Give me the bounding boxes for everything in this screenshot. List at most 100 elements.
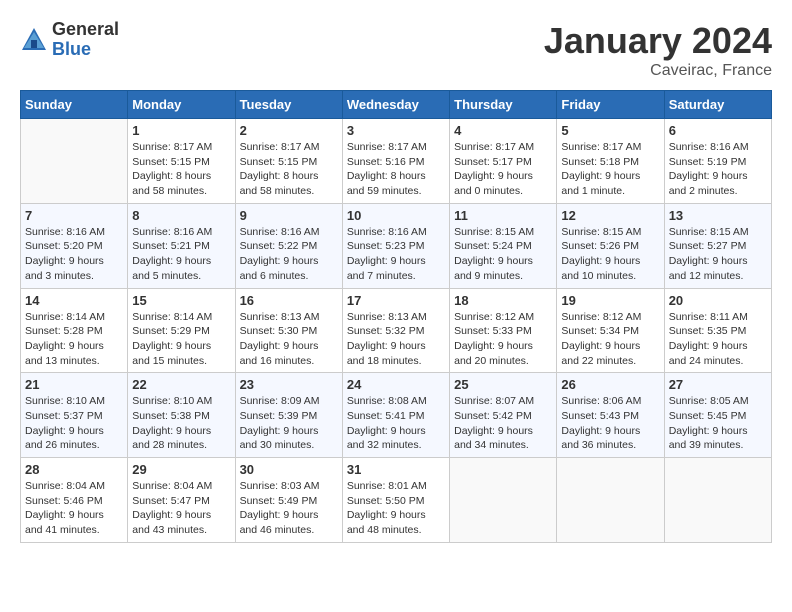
day-info: Sunrise: 8:16 AM Sunset: 5:19 PM Dayligh… <box>669 140 767 199</box>
day-info: Sunrise: 8:17 AM Sunset: 5:15 PM Dayligh… <box>240 140 338 199</box>
calendar-cell: 21 Sunrise: 8:10 AM Sunset: 5:37 PM Dayli… <box>21 373 128 458</box>
location-text: Caveirac, France <box>544 62 772 80</box>
day-info: Sunrise: 8:10 AM Sunset: 5:37 PM Dayligh… <box>25 394 123 453</box>
day-info: Sunrise: 8:16 AM Sunset: 5:20 PM Dayligh… <box>25 225 123 284</box>
calendar-cell: 6 Sunrise: 8:16 AM Sunset: 5:19 PM Daylig… <box>664 119 771 204</box>
calendar-week-row: 7Sunrise: 8:16 AM Sunset: 5:20 PM Daylig… <box>21 203 772 288</box>
calendar-cell: 14Sunrise: 8:14 AM Sunset: 5:28 PM Dayli… <box>21 288 128 373</box>
day-info: Sunrise: 8:03 AM Sunset: 5:49 PM Dayligh… <box>240 479 338 538</box>
day-info: Sunrise: 8:15 AM Sunset: 5:24 PM Dayligh… <box>454 225 552 284</box>
day-info: Sunrise: 8:09 AM Sunset: 5:39 PM Dayligh… <box>240 394 338 453</box>
day-number: 26 <box>561 377 659 392</box>
calendar-cell: 10 Sunrise: 8:16 AM Sunset: 5:23 PM Dayli… <box>342 203 449 288</box>
calendar-cell: 30 Sunrise: 8:03 AM Sunset: 5:49 PM Dayli… <box>235 458 342 543</box>
calendar-table: SundayMondayTuesdayWednesdayThursdayFrid… <box>20 90 772 543</box>
weekday-header: Tuesday <box>235 91 342 119</box>
day-info: Sunrise: 8:12 AM Sunset: 5:33 PM Dayligh… <box>454 310 552 369</box>
day-number: 13 <box>669 208 767 223</box>
calendar-cell: 3 Sunrise: 8:17 AM Sunset: 5:16 PM Daylig… <box>342 119 449 204</box>
weekday-header: Monday <box>128 91 235 119</box>
calendar-cell <box>664 458 771 543</box>
day-info: Sunrise: 8:14 AM Sunset: 5:28 PM Dayligh… <box>25 310 123 369</box>
day-info: Sunrise: 8:17 AM Sunset: 5:17 PM Dayligh… <box>454 140 552 199</box>
day-info: Sunrise: 8:06 AM Sunset: 5:43 PM Dayligh… <box>561 394 659 453</box>
calendar-cell: 13 Sunrise: 8:15 AM Sunset: 5:27 PM Dayli… <box>664 203 771 288</box>
calendar-cell: 1Sunrise: 8:17 AM Sunset: 5:15 PM Daylig… <box>128 119 235 204</box>
weekday-header-row: SundayMondayTuesdayWednesdayThursdayFrid… <box>21 91 772 119</box>
calendar-cell: 9Sunrise: 8:16 AM Sunset: 5:22 PM Daylig… <box>235 203 342 288</box>
page-header: General Blue January 2024 Caveirac, Fran… <box>20 20 772 80</box>
day-info: Sunrise: 8:17 AM Sunset: 5:18 PM Dayligh… <box>561 140 659 199</box>
day-number: 31 <box>347 462 445 477</box>
day-info: Sunrise: 8:15 AM Sunset: 5:27 PM Dayligh… <box>669 225 767 284</box>
day-info: Sunrise: 8:12 AM Sunset: 5:34 PM Dayligh… <box>561 310 659 369</box>
calendar-cell: 23 Sunrise: 8:09 AM Sunset: 5:39 PM Dayli… <box>235 373 342 458</box>
logo-icon <box>20 26 48 54</box>
day-number: 25 <box>454 377 552 392</box>
calendar-cell: 22Sunrise: 8:10 AM Sunset: 5:38 PM Dayli… <box>128 373 235 458</box>
weekday-header: Wednesday <box>342 91 449 119</box>
calendar-cell <box>557 458 664 543</box>
day-number: 23 <box>240 377 338 392</box>
day-info: Sunrise: 8:17 AM Sunset: 5:16 PM Dayligh… <box>347 140 445 199</box>
day-info: Sunrise: 8:04 AM Sunset: 5:47 PM Dayligh… <box>132 479 230 538</box>
day-number: 6 <box>669 123 767 138</box>
day-info: Sunrise: 8:10 AM Sunset: 5:38 PM Dayligh… <box>132 394 230 453</box>
calendar-cell: 8 Sunrise: 8:16 AM Sunset: 5:21 PM Daylig… <box>128 203 235 288</box>
day-info: Sunrise: 8:16 AM Sunset: 5:21 PM Dayligh… <box>132 225 230 284</box>
calendar-cell: 26 Sunrise: 8:06 AM Sunset: 5:43 PM Dayli… <box>557 373 664 458</box>
calendar-cell: 28 Sunrise: 8:04 AM Sunset: 5:46 PM Dayli… <box>21 458 128 543</box>
day-number: 20 <box>669 293 767 308</box>
weekday-header: Saturday <box>664 91 771 119</box>
month-title: January 2024 <box>544 20 772 62</box>
day-info: Sunrise: 8:08 AM Sunset: 5:41 PM Dayligh… <box>347 394 445 453</box>
day-number: 8 <box>132 208 230 223</box>
day-number: 15 <box>132 293 230 308</box>
calendar-cell: 12 Sunrise: 8:15 AM Sunset: 5:26 PM Dayli… <box>557 203 664 288</box>
day-info: Sunrise: 8:01 AM Sunset: 5:50 PM Dayligh… <box>347 479 445 538</box>
title-block: January 2024 Caveirac, France <box>544 20 772 80</box>
day-number: 3 <box>347 123 445 138</box>
calendar-cell: 5 Sunrise: 8:17 AM Sunset: 5:18 PM Daylig… <box>557 119 664 204</box>
calendar-cell: 20 Sunrise: 8:11 AM Sunset: 5:35 PM Dayli… <box>664 288 771 373</box>
day-info: Sunrise: 8:17 AM Sunset: 5:15 PM Dayligh… <box>132 140 230 199</box>
calendar-cell: 19Sunrise: 8:12 AM Sunset: 5:34 PM Dayli… <box>557 288 664 373</box>
day-info: Sunrise: 8:16 AM Sunset: 5:23 PM Dayligh… <box>347 225 445 284</box>
day-number: 17 <box>347 293 445 308</box>
calendar-cell: 4Sunrise: 8:17 AM Sunset: 5:17 PM Daylig… <box>450 119 557 204</box>
logo: General Blue <box>20 20 119 60</box>
day-number: 21 <box>25 377 123 392</box>
calendar-cell: 27Sunrise: 8:05 AM Sunset: 5:45 PM Dayli… <box>664 373 771 458</box>
day-number: 12 <box>561 208 659 223</box>
logo-text: General Blue <box>52 20 119 60</box>
day-info: Sunrise: 8:13 AM Sunset: 5:32 PM Dayligh… <box>347 310 445 369</box>
day-info: Sunrise: 8:11 AM Sunset: 5:35 PM Dayligh… <box>669 310 767 369</box>
day-number: 28 <box>25 462 123 477</box>
day-info: Sunrise: 8:04 AM Sunset: 5:46 PM Dayligh… <box>25 479 123 538</box>
calendar-week-row: 1Sunrise: 8:17 AM Sunset: 5:15 PM Daylig… <box>21 119 772 204</box>
calendar-cell <box>450 458 557 543</box>
day-number: 2 <box>240 123 338 138</box>
calendar-cell: 11 Sunrise: 8:15 AM Sunset: 5:24 PM Dayli… <box>450 203 557 288</box>
weekday-header: Sunday <box>21 91 128 119</box>
day-number: 11 <box>454 208 552 223</box>
logo-general-text: General <box>52 19 119 39</box>
calendar-cell: 16Sunrise: 8:13 AM Sunset: 5:30 PM Dayli… <box>235 288 342 373</box>
day-number: 18 <box>454 293 552 308</box>
day-number: 29 <box>132 462 230 477</box>
calendar-cell: 7Sunrise: 8:16 AM Sunset: 5:20 PM Daylig… <box>21 203 128 288</box>
calendar-cell: 15Sunrise: 8:14 AM Sunset: 5:29 PM Dayli… <box>128 288 235 373</box>
day-number: 5 <box>561 123 659 138</box>
calendar-cell: 18 Sunrise: 8:12 AM Sunset: 5:33 PM Dayli… <box>450 288 557 373</box>
day-number: 24 <box>347 377 445 392</box>
calendar-week-row: 21 Sunrise: 8:10 AM Sunset: 5:37 PM Dayli… <box>21 373 772 458</box>
logo-blue-text: Blue <box>52 39 91 59</box>
day-number: 30 <box>240 462 338 477</box>
weekday-header: Thursday <box>450 91 557 119</box>
calendar-cell <box>21 119 128 204</box>
day-info: Sunrise: 8:15 AM Sunset: 5:26 PM Dayligh… <box>561 225 659 284</box>
day-number: 27 <box>669 377 767 392</box>
day-number: 10 <box>347 208 445 223</box>
day-number: 9 <box>240 208 338 223</box>
calendar-week-row: 14Sunrise: 8:14 AM Sunset: 5:28 PM Dayli… <box>21 288 772 373</box>
